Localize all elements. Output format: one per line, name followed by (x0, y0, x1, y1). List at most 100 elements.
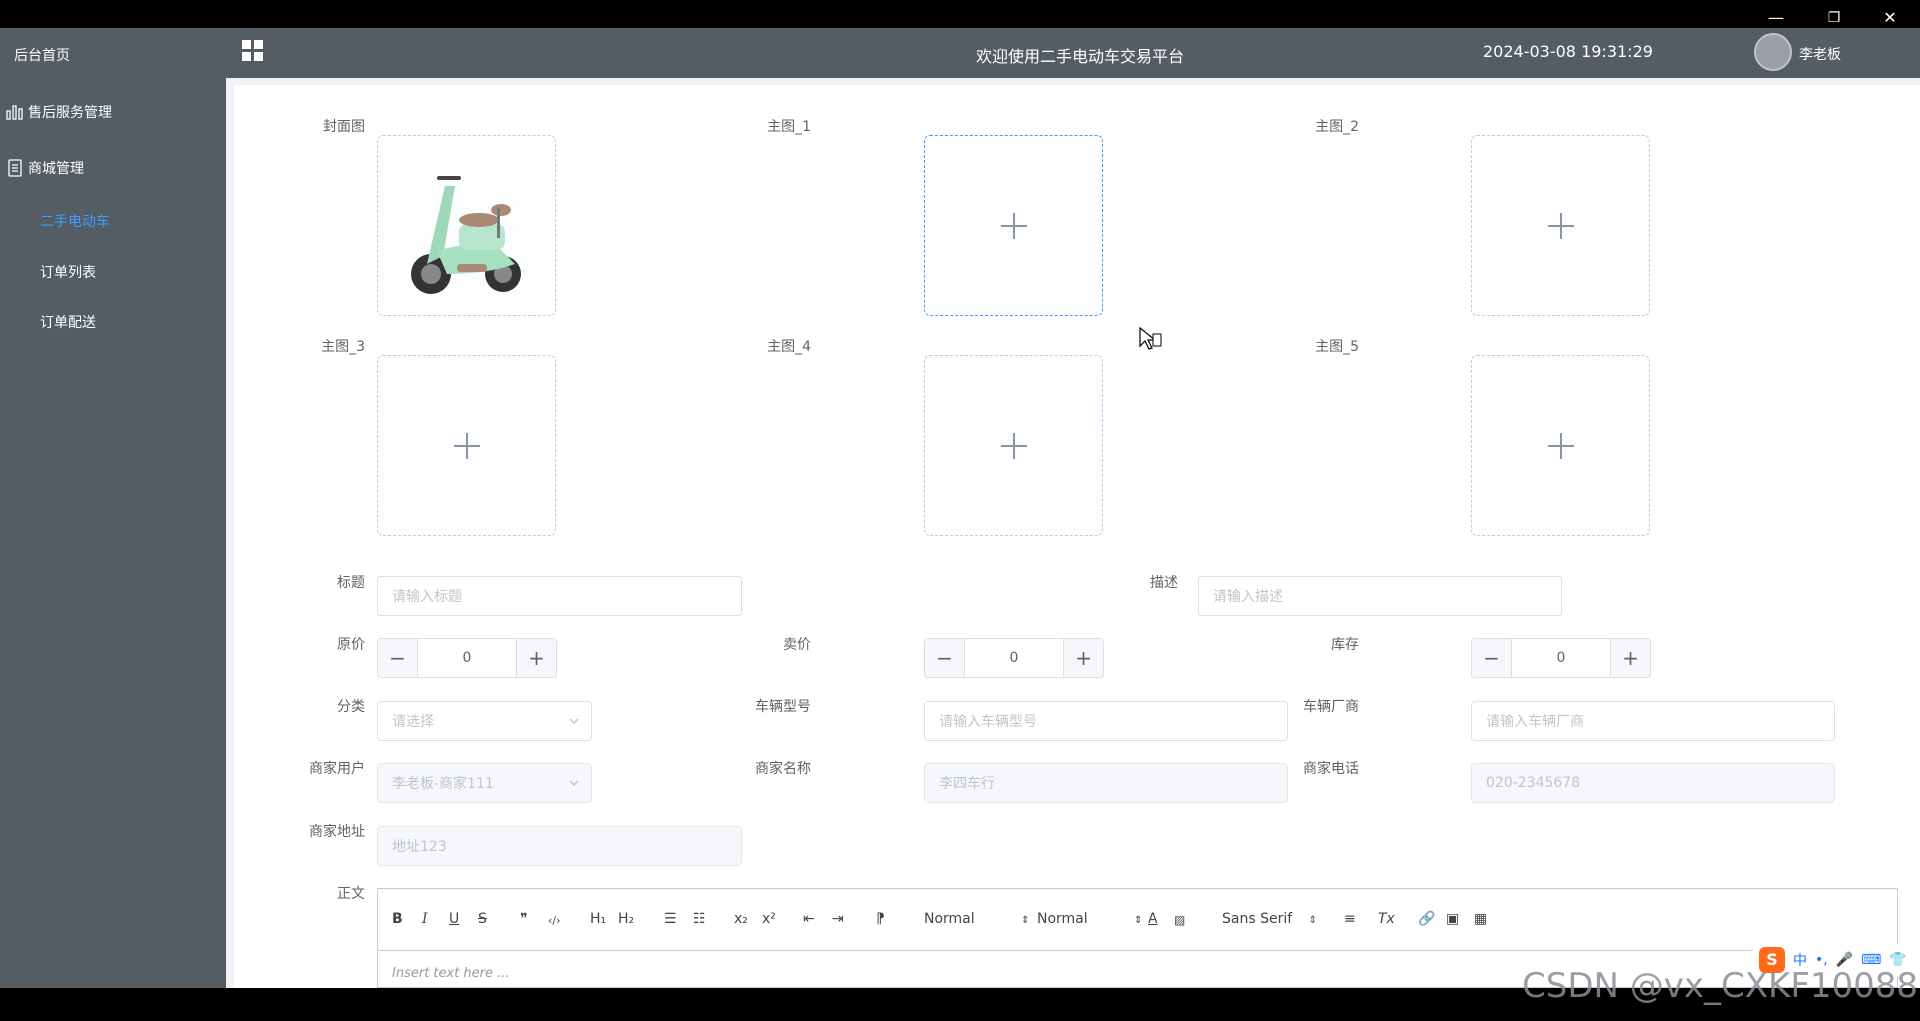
size-select[interactable]: Normal ⇕ (924, 911, 1030, 927)
sale-price-stepper[interactable]: − 0 + (924, 638, 1104, 678)
header: 欢迎使用二手电动车交易平台 2024-03-08 19:31:29 李老板 (226, 28, 1920, 78)
sidebar-item-after-sales[interactable]: 售后服务管理 (0, 87, 226, 137)
plus-icon (1000, 432, 1027, 459)
stock-stepper[interactable]: − 0 + (1471, 638, 1651, 678)
bullet-list-button[interactable]: ☷ (693, 911, 706, 927)
decrement-button[interactable]: − (378, 639, 418, 677)
main-image-2-upload[interactable] (1471, 135, 1650, 316)
merchant-address-label: 商家地址 (309, 824, 365, 840)
merchant-user-select: 李老板-商家111 (377, 763, 592, 803)
decrement-button[interactable]: − (1472, 639, 1512, 677)
stock-label: 库存 (1331, 637, 1359, 653)
original-price-stepper[interactable]: − 0 + (377, 638, 557, 678)
align-left-icon[interactable]: ≡ (1344, 911, 1356, 927)
updown-icon: ⇕ (1308, 915, 1318, 926)
updown-icon: ⇕ (1021, 915, 1030, 926)
minimize-button[interactable]: — (1766, 8, 1786, 28)
sidebar-item-mall[interactable]: 商城管理 (0, 143, 226, 193)
main-image-1-upload[interactable] (924, 135, 1103, 316)
model-input[interactable]: 请输入车辆型号 (924, 701, 1288, 741)
main-form: 封面图 主图_1 主图_2 主图_3 主图_4 主图_5 标题 请输入标题 描述… (234, 85, 1920, 988)
decrement-button[interactable]: − (925, 639, 965, 677)
maker-label: 车辆厂商 (1303, 699, 1359, 715)
header-select[interactable]: Normal ⇕ (1037, 911, 1143, 927)
strike-button[interactable]: S (478, 911, 487, 927)
merchant-user-value: 李老板-商家111 (392, 776, 494, 792)
h1-button[interactable]: H₁ (590, 911, 606, 927)
page-title: 欢迎使用二手电动车交易平台 (976, 47, 1185, 66)
category-select[interactable]: 请选择 (377, 701, 592, 741)
sidebar-item-label: 商城管理 (28, 161, 84, 177)
category-label: 分类 (337, 699, 365, 715)
header-username[interactable]: 李老板 (1799, 44, 1841, 64)
chevron-down-icon (569, 718, 579, 725)
stepper-value[interactable]: 0 (418, 639, 516, 677)
text-direction-button[interactable]: ⁋ (876, 911, 885, 927)
merchant-phone-label: 商家电话 (1303, 761, 1359, 777)
cover-image-upload[interactable] (377, 135, 556, 316)
font-select[interactable]: Sans Serif ⇕ (1222, 911, 1317, 927)
increment-button[interactable]: + (1610, 639, 1650, 677)
clear-format-button[interactable]: Tx (1378, 911, 1395, 927)
code-button[interactable]: ‹/› (548, 914, 561, 927)
image-icon[interactable]: ▣ (1446, 911, 1459, 927)
increment-button[interactable]: + (516, 639, 556, 677)
merchant-name-label: 商家名称 (755, 761, 811, 777)
sidebar-subitem-used-ebike[interactable]: 二手电动车 (0, 197, 226, 245)
superscript-button[interactable]: x² (762, 911, 776, 927)
bold-button[interactable]: B (392, 911, 403, 927)
merchant-phone-input: 020-2345678 (1471, 763, 1835, 803)
model-label: 车辆型号 (755, 699, 811, 715)
bar-chart-icon (6, 103, 24, 121)
stepper-value[interactable]: 0 (1512, 639, 1610, 677)
scooter-image (410, 175, 521, 294)
restore-button[interactable]: ❐ (1824, 8, 1844, 28)
sidebar: 后台首页 售后服务管理 商城管理 二手电动车 订单列表 订单配送 (0, 28, 226, 988)
title-label: 标题 (337, 575, 365, 591)
outdent-button[interactable]: ⇤ (803, 911, 815, 927)
link-icon[interactable]: 🔗 (1418, 911, 1435, 927)
editor-placeholder[interactable]: Insert text here ... (392, 966, 510, 981)
chevron-down-icon (569, 780, 579, 787)
indent-button[interactable]: ⇥ (832, 911, 844, 927)
main-image-5-upload[interactable] (1471, 355, 1650, 536)
sidebar-subitem-order-delivery[interactable]: 订单配送 (0, 298, 226, 346)
sidebar-item-home[interactable]: 后台首页 (0, 30, 226, 80)
app: 后台首页 售后服务管理 商城管理 二手电动车 订单列表 订单配送 欢迎使用二手电… (0, 28, 1920, 988)
close-button[interactable]: ✕ (1880, 8, 1900, 28)
sidebar-item-label: 售后服务管理 (28, 105, 112, 121)
maker-input[interactable]: 请输入车辆厂商 (1471, 701, 1835, 741)
background-color-icon[interactable]: ▨ (1174, 913, 1185, 927)
main-image-2-label: 主图_2 (1315, 119, 1359, 135)
main-image-4-upload[interactable] (924, 355, 1103, 536)
document-icon (6, 159, 24, 177)
sidebar-item-label: 后台首页 (14, 48, 70, 64)
grid-menu-icon[interactable] (241, 39, 265, 63)
italic-button[interactable]: I (422, 911, 428, 927)
desc-input[interactable]: 请输入描述 (1198, 576, 1562, 616)
avatar[interactable] (1754, 33, 1792, 71)
quote-button[interactable]: ❞ (520, 911, 528, 927)
original-price-label: 原价 (337, 637, 365, 653)
cover-image-label: 封面图 (323, 119, 365, 135)
underline-button[interactable]: U (449, 911, 459, 927)
stepper-value[interactable]: 0 (965, 639, 1063, 677)
ordered-list-button[interactable]: ☰ (664, 911, 677, 927)
watermark: CSDN @vx_CXKF10088 (1522, 966, 1919, 1006)
h2-button[interactable]: H₂ (618, 911, 634, 927)
title-input[interactable]: 请输入标题 (377, 576, 742, 616)
merchant-address-input: 地址123 (377, 826, 742, 866)
body-label: 正文 (337, 886, 365, 902)
merchant-user-label: 商家用户 (309, 761, 365, 777)
editor-toolbar: B I U S ❞ ‹/› H₁ H₂ ☰ ☷ x₂ x² ⇤ ⇥ ⁋ Norm… (378, 889, 1897, 951)
main-image-1-label: 主图_1 (767, 119, 811, 135)
merchant-name-input: 李四车行 (924, 763, 1288, 803)
sidebar-subitem-order-list[interactable]: 订单列表 (0, 248, 226, 296)
busy-cursor-icon (1139, 326, 1162, 350)
subscript-button[interactable]: x₂ (734, 911, 748, 927)
plus-icon (1000, 212, 1027, 239)
main-image-3-upload[interactable] (377, 355, 556, 536)
video-icon[interactable]: ▦ (1474, 911, 1487, 927)
font-color-icon[interactable]: A (1148, 911, 1158, 927)
increment-button[interactable]: + (1063, 639, 1103, 677)
